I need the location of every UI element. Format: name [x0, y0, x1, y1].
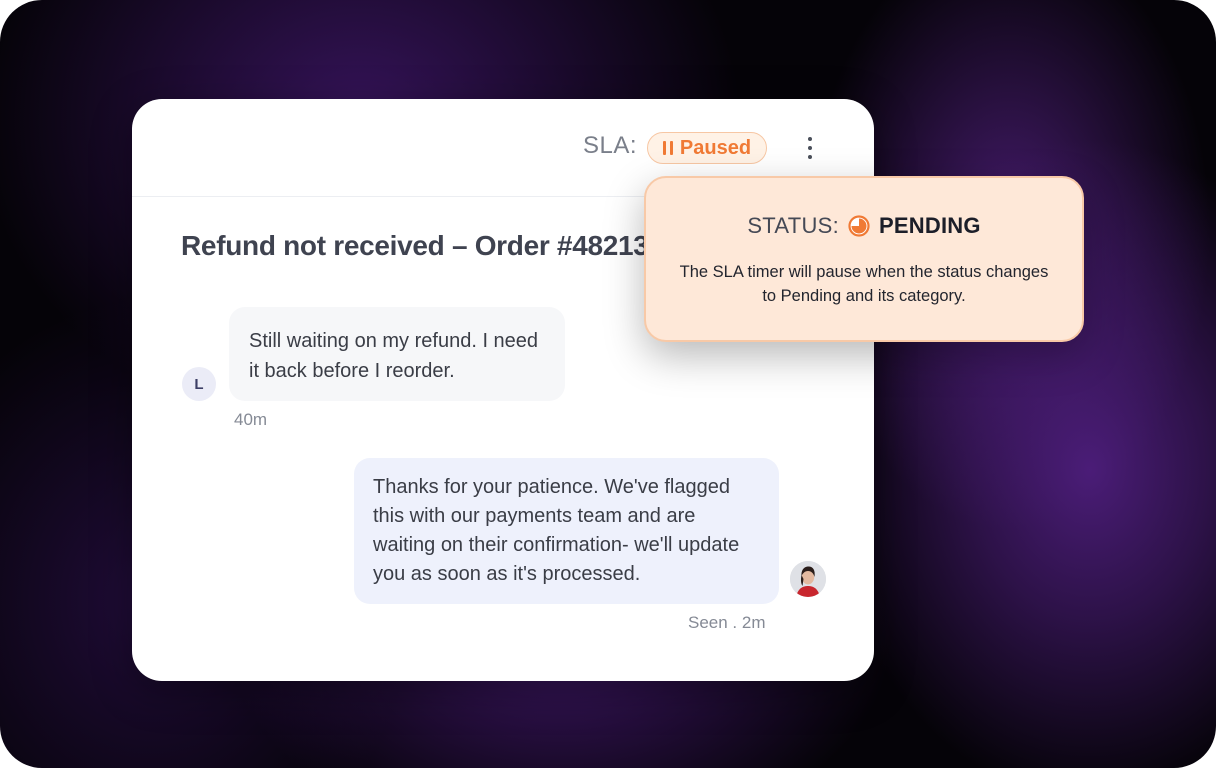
- status-row: STATUS: PENDING: [646, 213, 1082, 239]
- sla-status-badge[interactable]: Paused: [647, 132, 767, 164]
- agent-avatar: [790, 561, 826, 597]
- status-label: STATUS:: [747, 213, 840, 238]
- pause-icon: [662, 141, 673, 155]
- sla-label: SLA:: [583, 132, 638, 159]
- ticket-title: Refund not received – Order #48213: [181, 230, 649, 261]
- customer-message: Still waiting on my refund. I need it ba…: [229, 307, 565, 401]
- background-stage: SLA: Paused Refund not received – Order …: [0, 0, 1216, 768]
- agent-photo-icon: [790, 561, 826, 597]
- agent-message: Thanks for your patience. We've flagged …: [354, 458, 779, 604]
- status-description: The SLA timer will pause when the status…: [679, 263, 1049, 305]
- status-value: PENDING: [879, 213, 981, 238]
- sla-status-text: Paused: [679, 136, 752, 159]
- agent-message-seen: Seen . 2m: [688, 613, 766, 632]
- more-options-icon[interactable]: [797, 135, 823, 161]
- customer-avatar: L: [182, 367, 216, 401]
- status-popover: STATUS: PENDING The SLA timer will pause…: [644, 176, 1084, 342]
- customer-message-time: 40m: [234, 410, 268, 429]
- pending-pie-icon: [848, 215, 870, 237]
